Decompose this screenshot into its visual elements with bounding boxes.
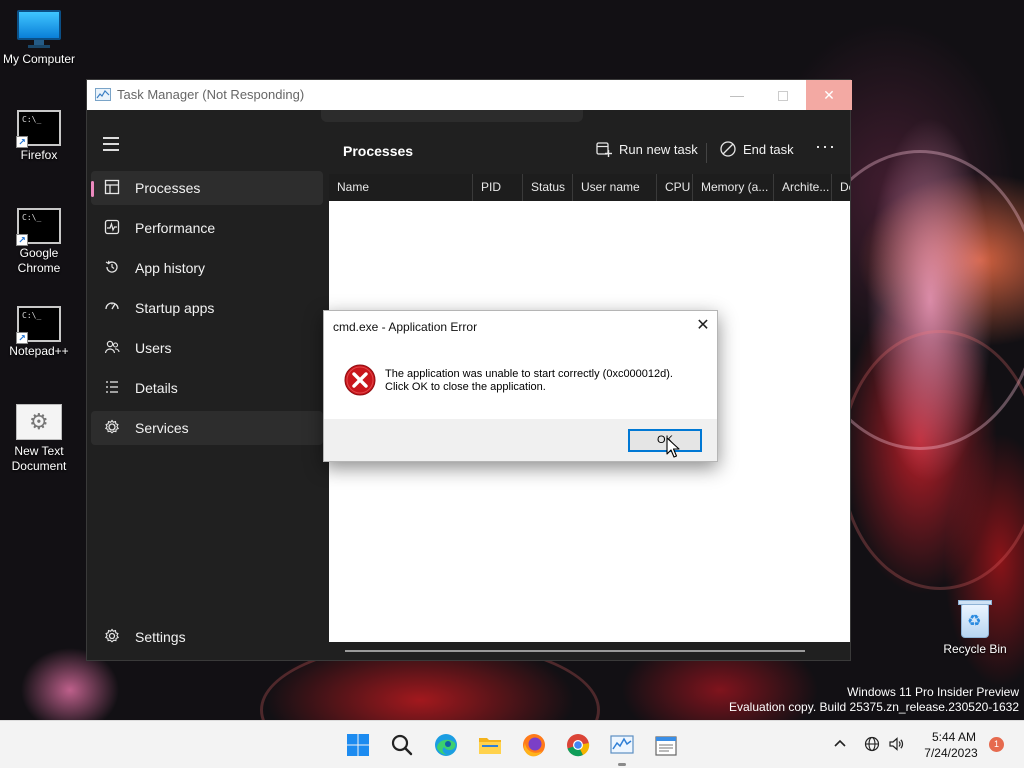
notification-badge[interactable]: 1 <box>989 737 1004 752</box>
desktop-icon-firefox[interactable]: ↗ Firefox <box>0 110 78 163</box>
details-icon <box>103 379 121 397</box>
services-icon <box>103 419 121 437</box>
maximize-button[interactable] <box>760 80 806 110</box>
nav-item-details[interactable]: Details <box>91 371 323 405</box>
nav-item-performance[interactable]: Performance <box>91 211 323 245</box>
chevron-up-icon[interactable] <box>832 735 848 751</box>
end-task-button[interactable]: End task <box>719 134 799 164</box>
desktop-icon-label: New Text Document <box>11 444 67 473</box>
column-header-user-name[interactable]: User name <box>573 174 657 201</box>
ok-button[interactable]: OK <box>628 429 702 452</box>
nav-item-label: Users <box>135 340 172 356</box>
desktop-icon-label: Recycle Bin <box>943 642 1007 656</box>
shortcut-icon: ↗ <box>16 110 61 148</box>
desktop-icon-label: Google Chrome <box>17 246 61 275</box>
notepad-icon[interactable] <box>650 729 682 761</box>
nav-item-services[interactable]: Services <box>91 411 323 445</box>
process-table-header: Name PID Status User name CPU Memory (a.… <box>329 174 850 201</box>
startup-apps-icon <box>103 299 121 317</box>
column-header-description[interactable]: De <box>832 174 850 201</box>
performance-icon <box>103 219 121 237</box>
file-explorer-icon[interactable] <box>474 729 506 761</box>
firefox-icon[interactable] <box>518 729 550 761</box>
horizontal-scrollbar[interactable] <box>329 642 850 660</box>
hamburger-menu-icon[interactable] <box>103 137 119 151</box>
nav-item-label: Details <box>135 380 178 396</box>
nav-item-users[interactable]: Users <box>91 331 323 365</box>
nav-item-label: Settings <box>135 629 186 645</box>
shortcut-icon: ↗ <box>16 208 61 246</box>
desktop-icon-my-computer[interactable]: My Computer <box>0 10 78 67</box>
desktop-icon-google-chrome[interactable]: ↗ Google Chrome <box>0 208 78 276</box>
shortcut-icon: ↗ <box>16 306 61 344</box>
end-task-label: End task <box>743 142 794 157</box>
run-new-task-icon <box>595 140 613 158</box>
watermark-build: Evaluation copy. Build 25375.zn_release.… <box>729 700 1019 714</box>
nav-item-label: Performance <box>135 220 216 236</box>
clock-time[interactable]: 5:44 AM <box>924 730 984 744</box>
clock-date[interactable]: 7/24/2023 <box>916 746 986 760</box>
desktop-icon-recycle-bin[interactable]: ♻ Recycle Bin <box>936 598 1014 657</box>
start-icon[interactable] <box>342 729 374 761</box>
monitor-icon <box>17 10 61 48</box>
dialog-button-bar: OK <box>324 419 717 461</box>
column-header-status[interactable]: Status <box>523 174 573 201</box>
end-task-icon <box>719 140 737 158</box>
edge-icon[interactable] <box>430 729 462 761</box>
title-bar[interactable]: Task Manager (Not Responding) — ✕ <box>87 80 852 110</box>
mouse-cursor-icon <box>666 437 680 459</box>
search-icon[interactable] <box>386 729 418 761</box>
task-manager-icon[interactable] <box>606 729 638 761</box>
column-header-cpu[interactable]: CPU <box>657 174 693 201</box>
error-message-line-1: The application was unable to start corr… <box>385 368 673 380</box>
error-message-line-2: Click OK to close the application. <box>385 381 546 393</box>
content-header: Processes Run new task End task ··· <box>329 110 850 172</box>
application-error-dialog: cmd.exe - Application Error ✕ The applic… <box>323 310 718 462</box>
run-new-task-label: Run new task <box>619 142 698 157</box>
desktop-icon-label: My Computer <box>2 52 76 66</box>
desktop-icon-new-text-document[interactable]: ⚙ New Text Document <box>0 404 78 474</box>
column-header-memory[interactable]: Memory (a... <box>693 174 774 201</box>
settings-gear-icon <box>103 628 121 646</box>
processes-icon <box>103 179 121 197</box>
column-header-name[interactable]: Name <box>329 174 473 201</box>
window-title: Task Manager (Not Responding) <box>117 87 305 102</box>
column-header-pid[interactable]: PID <box>473 174 523 201</box>
nav-item-label: Startup apps <box>135 300 215 316</box>
run-new-task-button[interactable]: Run new task <box>595 134 700 164</box>
more-options-button[interactable]: ··· <box>815 137 837 161</box>
desktop-icon-label: Firefox <box>20 148 58 162</box>
recycle-bin-icon: ♻ <box>958 598 992 638</box>
nav-item-app-history[interactable]: App history <box>91 251 323 285</box>
task-manager-app-icon <box>95 88 111 101</box>
page-title: Processes <box>343 143 414 159</box>
taskbar: 5:44 AM 7/24/2023 1 <box>0 720 1024 768</box>
close-button[interactable]: ✕ <box>806 80 852 110</box>
selection-indicator <box>91 181 94 197</box>
navigation-pane: Processes Performance App history Startu… <box>87 110 328 660</box>
nav-item-settings[interactable]: Settings <box>91 620 323 654</box>
toolbar-divider <box>706 143 707 163</box>
nav-item-processes[interactable]: Processes <box>91 171 323 205</box>
column-header-architecture[interactable]: Archite... <box>774 174 832 201</box>
dialog-title: cmd.exe - Application Error <box>333 320 478 334</box>
desktop-icon-notepad-plus-plus[interactable]: ↗ Notepad++ <box>0 306 78 359</box>
nav-item-label: App history <box>135 260 206 276</box>
volume-icon[interactable] <box>888 736 904 752</box>
chrome-icon[interactable] <box>562 729 594 761</box>
watermark-edition: Windows 11 Pro Insider Preview <box>847 685 1019 699</box>
desktop-icon-label: Notepad++ <box>9 344 69 358</box>
minimize-button[interactable]: — <box>714 80 760 110</box>
scrollbar-thumb[interactable] <box>345 650 805 652</box>
nav-item-label: Processes <box>135 180 201 196</box>
app-history-icon <box>103 259 121 277</box>
error-icon <box>344 364 376 396</box>
active-app-indicator <box>618 763 626 766</box>
settings-document-icon: ⚙ <box>16 404 62 440</box>
users-icon <box>103 339 121 357</box>
network-globe-icon[interactable] <box>864 736 880 752</box>
nav-item-startup-apps[interactable]: Startup apps <box>91 291 323 325</box>
nav-item-label: Services <box>135 420 189 436</box>
dialog-close-button[interactable]: ✕ <box>690 315 716 337</box>
